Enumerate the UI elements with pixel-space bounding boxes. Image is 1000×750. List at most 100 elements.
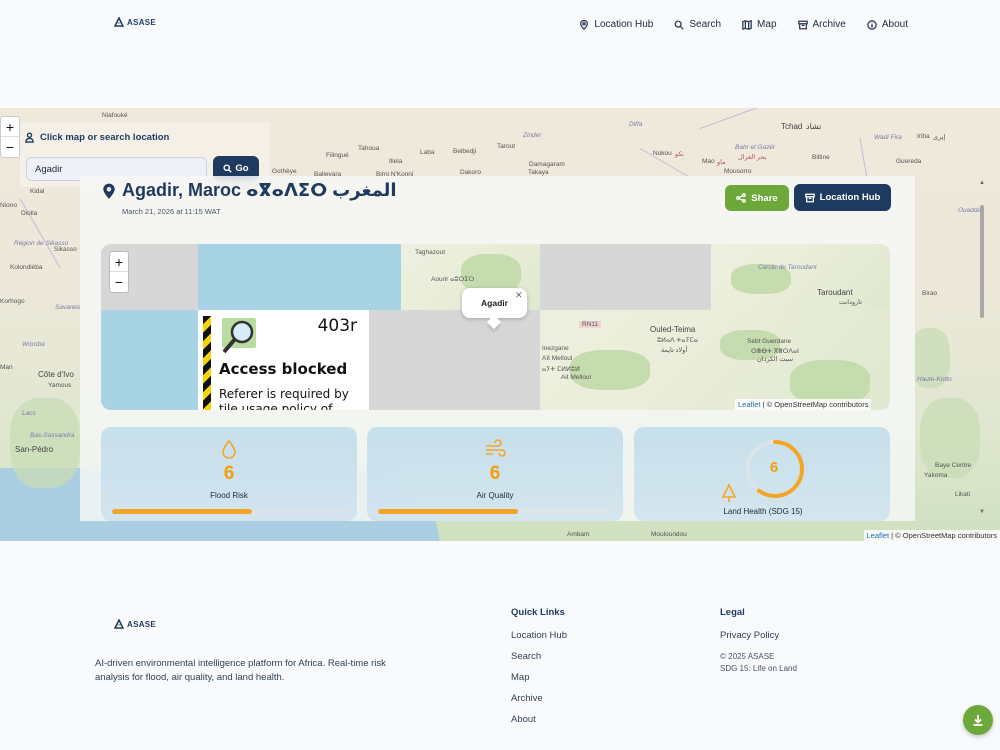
zoom-out-button[interactable]: − [110, 272, 128, 292]
close-icon[interactable]: ✕ [515, 290, 523, 301]
go-label: Go [235, 163, 249, 174]
map-label: Côte d'Ivo [38, 370, 74, 379]
metric-value: 6 [223, 463, 235, 484]
footer-heading: Legal [720, 607, 745, 618]
download-icon [973, 715, 983, 726]
map-label: Bas-Sassandra [30, 432, 75, 439]
map-label: Cercle de Taroudant [758, 264, 817, 271]
location-hub-button[interactable]: Location Hub [794, 184, 891, 211]
map-label: Wadi Fira [874, 134, 902, 141]
map-tile [369, 310, 540, 410]
map-label: Ait Melloul [561, 374, 591, 381]
map-label: Dakoro [460, 169, 481, 176]
scrollbar-thumb[interactable] [980, 205, 984, 318]
road-line [19, 198, 61, 269]
logo[interactable]: ASASE [114, 17, 156, 27]
map-label: Diolla [21, 210, 38, 217]
search-title: Click map or search location [24, 132, 169, 143]
metric-bar-fill [112, 509, 253, 514]
map-label: Tahoua [358, 145, 380, 152]
map-label: Niafouké [102, 112, 128, 119]
search-icon [223, 164, 233, 173]
map-label: Illela [389, 158, 403, 165]
footer-link-about[interactable]: About [511, 714, 567, 726]
map-label: Kidal [30, 188, 45, 195]
zoom-out-button[interactable]: − [1, 137, 19, 157]
inner-map-attribution: Leaflet | © OpenStreetMap contributors [735, 399, 872, 410]
header: ASASE Location Hub Search Map Archive Ab… [0, 0, 1000, 56]
nav-label: About [881, 19, 908, 30]
map-label: Guereda [896, 158, 922, 165]
road-shield: RN11 [579, 321, 602, 328]
scroll-up-arrow[interactable]: ▲ [979, 180, 985, 186]
metric-card-land[interactable]: 6 Land Health (SDG 15) [634, 427, 890, 521]
map-label: Belbedji [453, 148, 477, 155]
map-label: Lacs [22, 410, 36, 417]
map-label: ⵓⵍⴰⴷ ⵜⴰⵢⵎⴰ [657, 337, 698, 344]
info-icon [867, 19, 877, 30]
metric-card-flood[interactable]: 6 Flood Risk [101, 427, 357, 521]
logo-icon [114, 17, 124, 27]
warning-stripes [203, 316, 211, 410]
nav-map[interactable]: Map [742, 19, 777, 30]
metric-label: Land Health (SDG 15) [723, 507, 803, 516]
footer-quick-links: Quick Links Location Hub Search Map Arch… [511, 607, 567, 735]
search-title-text: Click map or search location [40, 132, 170, 143]
footer-link-location-hub[interactable]: Location Hub [511, 630, 567, 642]
map-label: Bahr el Gazél [735, 144, 775, 151]
leaflet-link[interactable]: Leaflet [738, 400, 761, 409]
scroll-down-arrow[interactable]: ▼ [979, 509, 985, 515]
zoom-in-button[interactable]: + [110, 252, 128, 272]
map-label: أولاد تايمة [661, 347, 688, 354]
metric-card-air[interactable]: 6 Air Quality [367, 427, 623, 521]
map-label: Woroba [22, 341, 45, 348]
nav-archive[interactable]: Archive [797, 19, 846, 30]
map-label: Kolondiéba [10, 264, 43, 271]
location-date: March 21, 2026 at 11:15 WAT [122, 207, 221, 216]
zoom-in-button[interactable]: + [1, 117, 19, 137]
footer-logo[interactable]: ASASE [114, 619, 156, 629]
road-line [699, 108, 785, 129]
map-label: Laba [420, 149, 435, 156]
download-button[interactable] [963, 705, 993, 735]
map-label: Nokou [653, 150, 672, 157]
footer-link-archive[interactable]: Archive [511, 693, 567, 705]
map-label: Mousorro [724, 168, 752, 175]
logo-text: ASASE [127, 619, 157, 629]
map-tile [101, 310, 198, 410]
vegetation-area [10, 398, 80, 488]
map-label: Sikasso [54, 246, 77, 253]
leaflet-link[interactable]: Leaflet [867, 531, 890, 540]
archive-icon [804, 193, 815, 202]
map-label: Aït Melloul [542, 355, 573, 362]
share-label: Share [751, 192, 778, 204]
footer-link-map[interactable]: Map [511, 672, 567, 684]
nav-location-hub[interactable]: Location Hub [579, 19, 653, 30]
map-label: Man [0, 364, 13, 371]
map-label: تارودانت [839, 299, 862, 306]
map-tile [540, 244, 711, 310]
search-icon [674, 20, 684, 30]
map-label: Région de Sikasso [14, 240, 69, 247]
nav-about[interactable]: About [867, 19, 908, 30]
location-map-zoom: + − [109, 251, 129, 293]
map-label: Iriba [917, 133, 930, 140]
map-label: ماو [717, 159, 726, 166]
map-label: Biltine [812, 154, 830, 161]
privacy-policy-link[interactable]: Privacy Policy [720, 630, 797, 642]
error-heading: Access blocked [219, 360, 348, 378]
nav-label: Search [689, 19, 722, 30]
map-label: Haute-Kotto [917, 376, 952, 383]
metric-label: Air Quality [476, 491, 514, 500]
wind-icon [486, 439, 506, 457]
copyright: © 2025 ASASE [720, 652, 775, 661]
nav-search[interactable]: Search [674, 19, 721, 30]
footer-link-search[interactable]: Search [511, 651, 567, 663]
error-message: Referer is required by tile usage policy… [219, 387, 349, 410]
error-code: 403r [317, 316, 357, 336]
map-label: Birao [922, 290, 938, 297]
map-label: Savanes [55, 304, 81, 311]
share-button[interactable]: Share [725, 185, 789, 211]
sdg-note: SDG 15: Life on Land [720, 664, 797, 673]
map-label: Damagaram [529, 161, 565, 168]
